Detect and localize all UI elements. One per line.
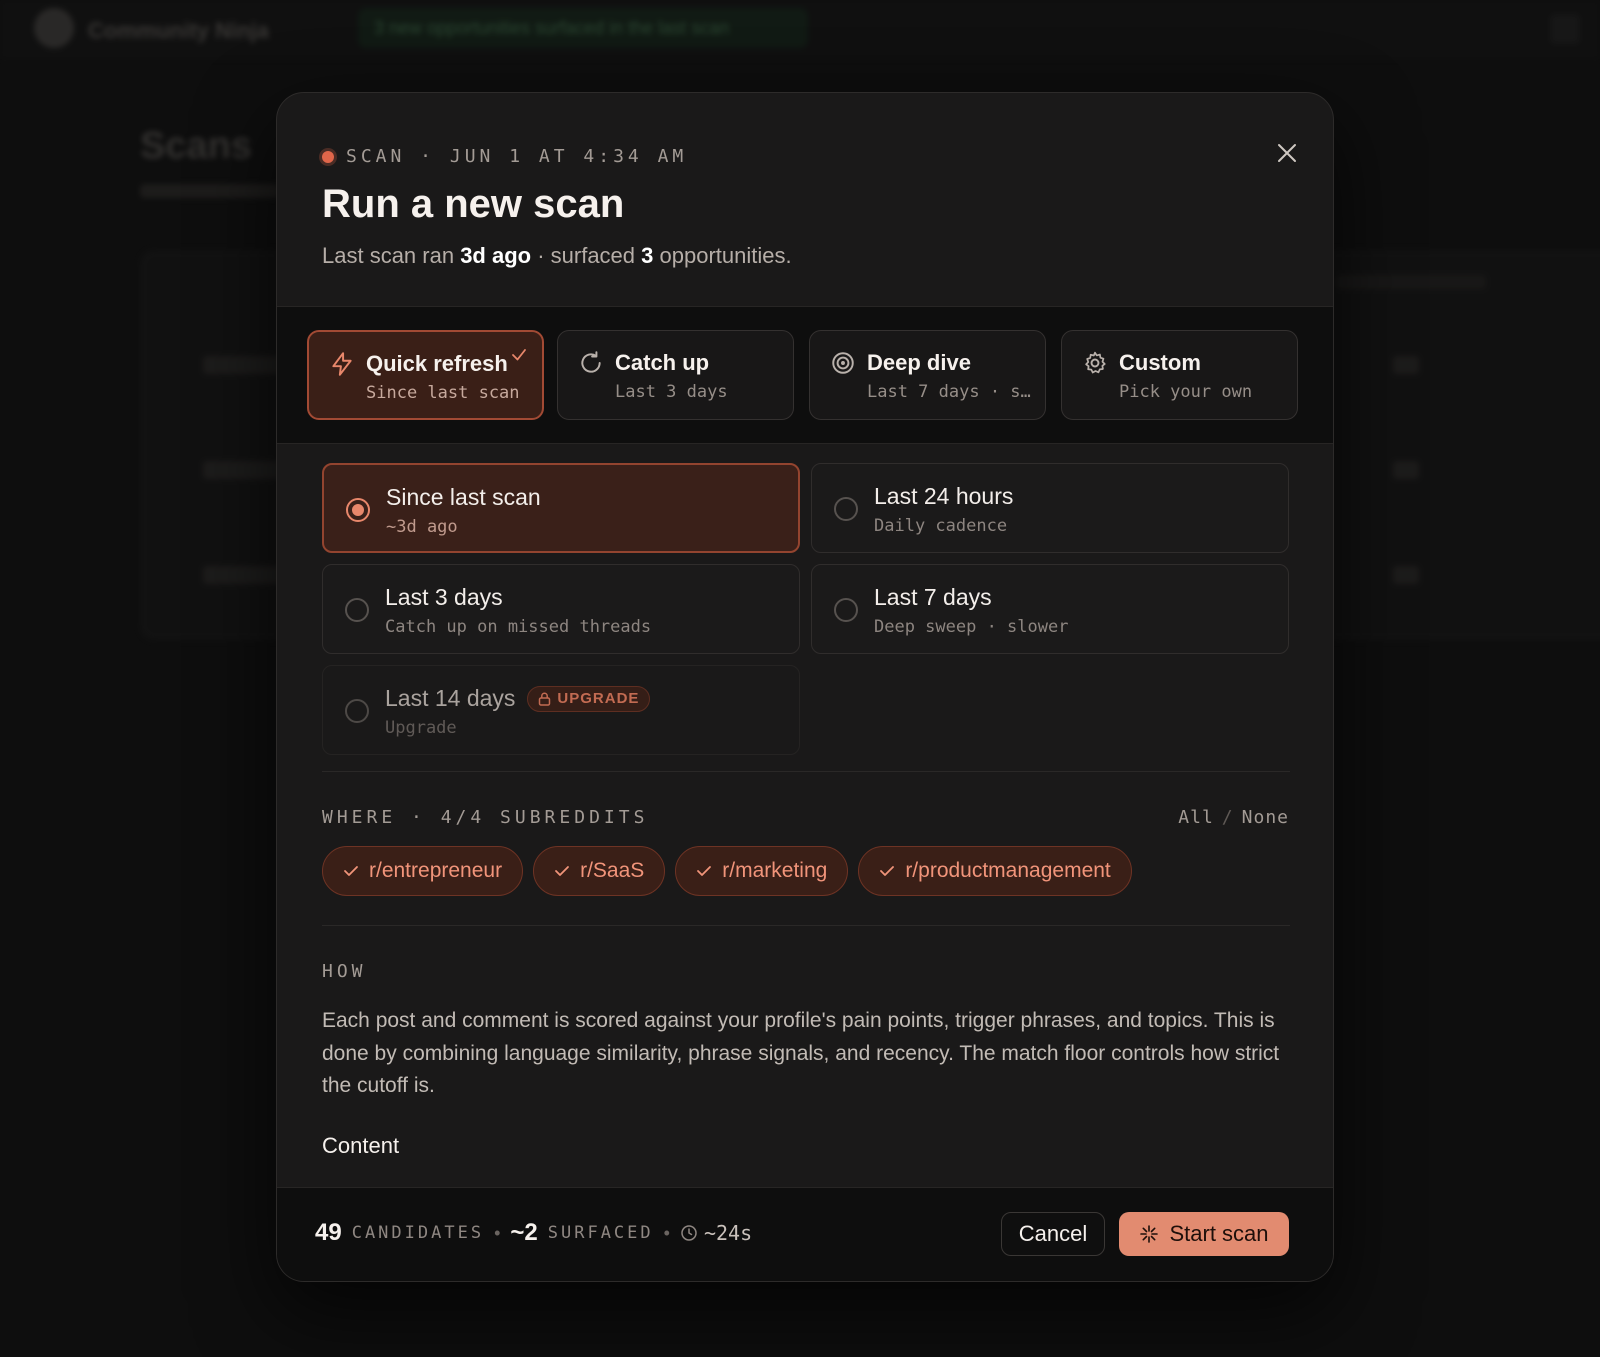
- modal-subtitle: Last scan ran 3d ago · surfaced 3 opport…: [322, 243, 792, 269]
- last-scan-ago: 3d ago: [460, 243, 532, 268]
- range-subtitle: Daily cadence: [874, 516, 1008, 536]
- select-none-link[interactable]: None: [1242, 807, 1289, 828]
- modal-footer: 49 CANDIDATES • ~2 SURFACED • ~24s Cance…: [277, 1187, 1333, 1281]
- lock-icon: [539, 692, 551, 706]
- scan-modal: SCAN · JUN 1 AT 4:34 AM Run a new scan L…: [276, 92, 1334, 1282]
- chip-label: r/entrepreneur: [369, 859, 503, 882]
- subtitle-part1: Last scan ran: [322, 243, 461, 268]
- range-since-last-scan[interactable]: Since last scan ~3d ago: [322, 463, 800, 553]
- range-title: Last 24 hours: [874, 483, 1014, 509]
- subtitle-part3: opportunities.: [653, 243, 792, 268]
- range-title: Last 7 days: [874, 584, 992, 610]
- close-icon: [1278, 144, 1296, 162]
- range-subtitle: ~3d ago: [386, 517, 458, 537]
- range-last-24-hours[interactable]: Last 24 hours Daily cadence: [811, 463, 1289, 553]
- start-scan-button[interactable]: Start scan: [1119, 1212, 1289, 1256]
- preset-subtitle: Since last scan: [366, 383, 520, 403]
- range-last-7-days[interactable]: Last 7 days Deep sweep · slower: [811, 564, 1289, 654]
- bullet-separator: •: [663, 1222, 670, 1243]
- preset-title: Quick refresh: [366, 351, 508, 376]
- check-icon: [555, 866, 569, 876]
- preset-title: Custom: [1119, 350, 1201, 375]
- close-button[interactable]: [1265, 131, 1309, 175]
- section-divider: [322, 925, 1290, 926]
- range-title: Last 14 days: [385, 685, 516, 711]
- content-heading: Content: [322, 1133, 400, 1158]
- check-icon: [880, 866, 895, 876]
- modal-header: SCAN · JUN 1 AT 4:34 AM Run a new scan L…: [277, 93, 1333, 306]
- subtitle-part2: · surfaced: [531, 243, 642, 268]
- preset-quick-refresh[interactable]: Quick refresh Since last scan: [307, 330, 544, 420]
- sparkle-icon: [1140, 1225, 1159, 1243]
- surfaced-count: 3: [641, 243, 654, 268]
- target-icon: [832, 352, 854, 374]
- kicker-text: SCAN · JUN 1 AT 4:34 AM: [346, 146, 688, 167]
- select-all-link[interactable]: All: [1178, 807, 1214, 828]
- start-scan-label: Start scan: [1169, 1221, 1269, 1246]
- gear-icon: [1085, 351, 1106, 374]
- preset-subtitle: Pick your own: [1119, 382, 1253, 402]
- check-icon: [344, 866, 358, 876]
- where-label: WHERE · 4/4 SUBREDDITS: [322, 807, 649, 828]
- range-subtitle: Deep sweep · slower: [874, 617, 1069, 637]
- subreddit-chip[interactable]: r/productmanagement: [858, 846, 1132, 896]
- preset-title: Deep dive: [867, 350, 971, 375]
- range-last-14-days[interactable]: Last 14 days UPGRADE Upgrade: [322, 665, 800, 755]
- range-subtitle: Upgrade: [385, 718, 457, 738]
- scan-stats: 49 CANDIDATES • ~2 SURFACED • ~24s: [315, 1219, 752, 1247]
- preset-tabs: Quick refresh Since last scan Catch up L…: [277, 306, 1333, 444]
- preset-subtitle: Last 7 days · slower: [867, 382, 1032, 402]
- range-title-row: Last 14 days UPGRADE: [385, 685, 651, 712]
- select-all-none: All / None: [1178, 807, 1289, 828]
- bullet-separator: •: [494, 1222, 501, 1243]
- modal-title: Run a new scan: [322, 182, 625, 226]
- preset-title: Catch up: [615, 350, 710, 375]
- chip-label: r/SaaS: [580, 859, 645, 882]
- refresh-icon: [581, 351, 601, 373]
- range-subtitle: Catch up on missed threads: [385, 617, 652, 637]
- subreddit-chip[interactable]: r/marketing: [675, 846, 849, 896]
- radio-button[interactable]: [345, 598, 369, 622]
- candidates-count: 49: [315, 1219, 342, 1246]
- check-icon: [697, 866, 712, 876]
- radio-button[interactable]: [834, 598, 858, 622]
- chip-label: r/marketing: [722, 859, 828, 882]
- preset-custom[interactable]: Custom Pick your own: [1061, 330, 1298, 420]
- upgrade-badge[interactable]: UPGRADE: [527, 685, 651, 712]
- subreddit-chip[interactable]: r/entrepreneur: [322, 846, 524, 896]
- range-title: Since last scan: [386, 484, 541, 510]
- bolt-icon: [332, 352, 352, 376]
- range-title: Last 3 days: [385, 584, 503, 610]
- surfaced-label: SURFACED: [547, 1223, 654, 1243]
- check-icon: [512, 349, 526, 361]
- candidates-label: CANDIDATES: [351, 1223, 485, 1243]
- cancel-button[interactable]: Cancel: [1001, 1212, 1105, 1256]
- estimated-time: ~24s: [703, 1221, 753, 1245]
- clock-icon: [681, 1225, 697, 1241]
- how-description: Each post and comment is scored against …: [322, 1009, 1280, 1097]
- preset-deep-dive[interactable]: Deep dive Last 7 days · slower: [809, 330, 1046, 420]
- status-dot: [322, 150, 334, 163]
- preset-catch-up[interactable]: Catch up Last 3 days: [557, 330, 794, 420]
- radio-button[interactable]: [346, 498, 370, 522]
- badge-label: UPGRADE: [557, 690, 640, 707]
- surfaced-estimate: ~2: [510, 1219, 538, 1246]
- range-last-3-days[interactable]: Last 3 days Catch up on missed threads: [322, 564, 800, 654]
- how-label: HOW: [322, 961, 367, 982]
- chip-label: r/productmanagement: [905, 859, 1111, 882]
- radio-button[interactable]: [345, 699, 369, 723]
- subreddit-chip[interactable]: r/SaaS: [533, 846, 666, 896]
- radio-button[interactable]: [834, 497, 858, 521]
- section-divider: [322, 771, 1290, 772]
- preset-subtitle: Last 3 days: [615, 382, 728, 402]
- subreddit-chips: r/entrepreneur r/SaaS r/marketing r/prod…: [322, 846, 1132, 896]
- scan-kicker: SCAN · JUN 1 AT 4:34 AM: [322, 146, 687, 167]
- separator-slash: /: [1221, 807, 1234, 828]
